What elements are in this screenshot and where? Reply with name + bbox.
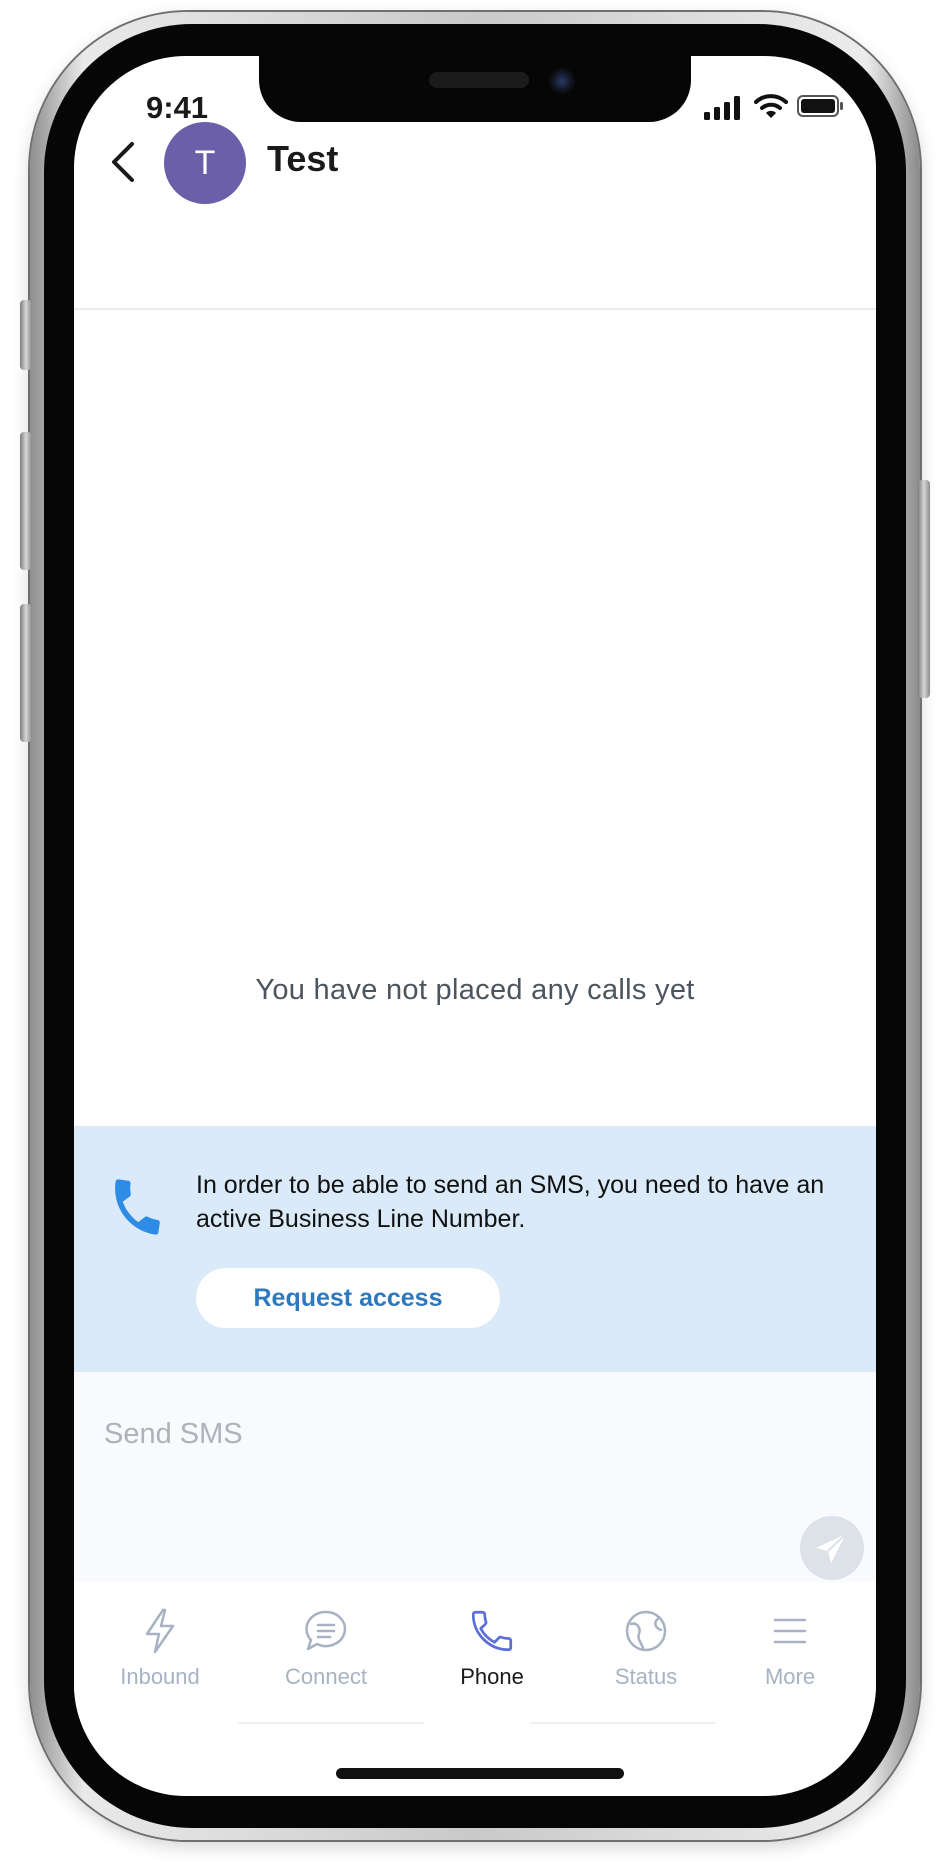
home-indicator[interactable] bbox=[336, 1768, 624, 1779]
tab-connect[interactable]: Connect bbox=[256, 1606, 396, 1716]
sms-input[interactable] bbox=[102, 1408, 666, 1460]
earpiece-speaker bbox=[429, 72, 529, 88]
power-button bbox=[918, 480, 930, 698]
tab-more[interactable]: More bbox=[720, 1606, 860, 1716]
avatar: T bbox=[164, 122, 246, 204]
send-button[interactable] bbox=[800, 1516, 864, 1580]
globe-status-icon bbox=[625, 1610, 667, 1652]
conversation-header: T Test bbox=[74, 122, 876, 310]
tab-label-inbound: Inbound bbox=[120, 1664, 200, 1689]
tab-phone[interactable]: Phone bbox=[422, 1606, 562, 1716]
tab-divider bbox=[530, 1722, 716, 1724]
bottom-tab-bar: Inbound Connect Phone Status More bbox=[74, 1582, 876, 1732]
cellular-signal-icon bbox=[704, 96, 740, 120]
tab-label-status: Status bbox=[614, 1664, 678, 1689]
phone-icon bbox=[471, 1610, 513, 1652]
volume-up-button bbox=[20, 432, 32, 570]
lightning-icon bbox=[145, 1608, 175, 1654]
status-time: 9:41 bbox=[146, 90, 209, 125]
chat-bubble-icon bbox=[305, 1610, 347, 1651]
app-screen: 9:41 T Test You have not placed any call… bbox=[74, 56, 876, 1796]
tab-divider bbox=[238, 1722, 424, 1724]
wifi-icon bbox=[754, 94, 788, 118]
battery-icon bbox=[797, 95, 843, 117]
request-access-button[interactable]: Request access bbox=[196, 1268, 500, 1328]
tab-label-connect: Connect bbox=[285, 1664, 367, 1689]
volume-down-button bbox=[20, 604, 32, 742]
send-paper-plane-icon bbox=[816, 1533, 847, 1563]
contact-name: Test bbox=[267, 138, 339, 179]
tab-label-phone: Phone bbox=[460, 1664, 524, 1689]
tab-label-more: More bbox=[764, 1664, 816, 1689]
mute-switch bbox=[20, 300, 32, 370]
notch bbox=[259, 56, 691, 122]
sms-banner-message: In order to be able to send an SMS, you … bbox=[196, 1171, 825, 1233]
tab-inbound[interactable]: Inbound bbox=[90, 1606, 230, 1716]
empty-state-message: You have not placed any calls yet bbox=[255, 974, 695, 1006]
back-chevron-icon[interactable] bbox=[102, 130, 144, 186]
tab-status[interactable]: Status bbox=[576, 1606, 716, 1716]
front-camera bbox=[549, 68, 575, 94]
sms-composer bbox=[74, 1372, 876, 1582]
phone-icon bbox=[115, 1179, 160, 1235]
menu-icon bbox=[773, 1618, 807, 1644]
sms-access-banner: In order to be able to send an SMS, you … bbox=[74, 1126, 876, 1372]
